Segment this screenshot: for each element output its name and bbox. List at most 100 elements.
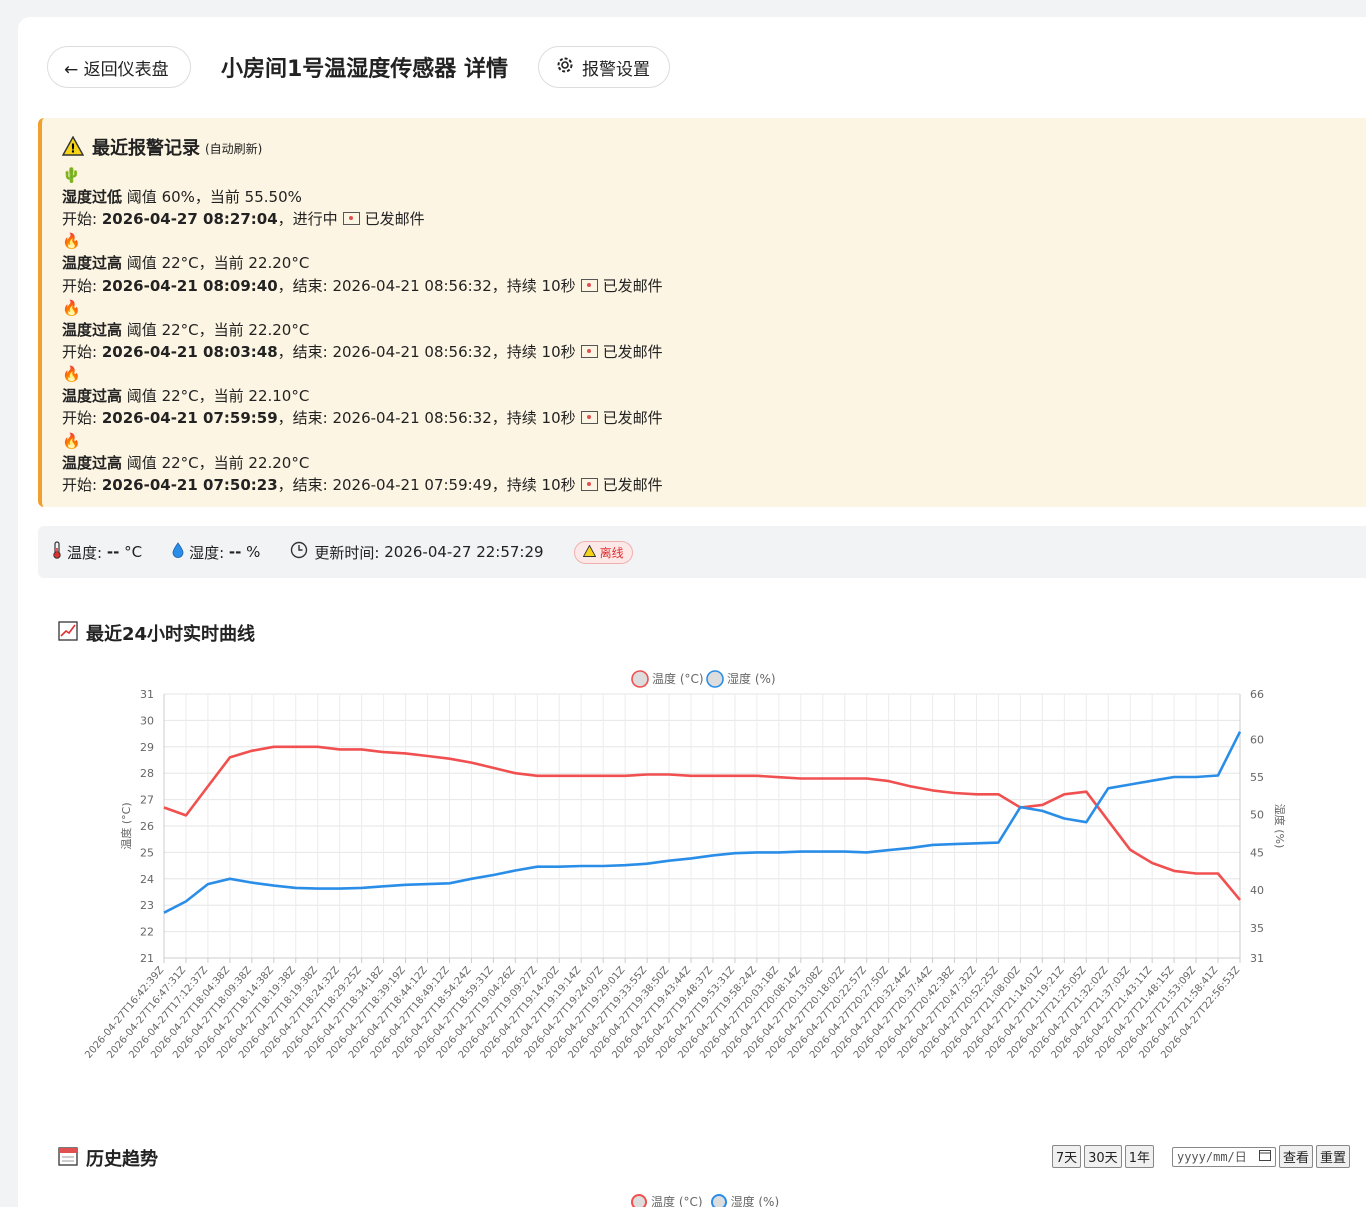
y-tick-right: 66 [1250, 688, 1264, 701]
offline-badge: 离线 [573, 540, 633, 564]
alert-item: 🔥 温度过高 阈值 22°C，当前 22.20°C 开始: 2026-04-21 0… [62, 430, 1348, 496]
temperature-value: -- [106, 543, 120, 561]
y-tick-left: 23 [140, 899, 154, 912]
gear-icon [555, 55, 575, 80]
y-tick-right: 50 [1250, 809, 1264, 822]
calendar-icon [58, 1146, 78, 1171]
alert-timing-rest: ，进行中 [277, 210, 338, 229]
header: ← 返回仪表盘 小房间1号温湿度传感器 详情 报警设置 [47, 46, 670, 88]
reset-button[interactable]: 重置 [1315, 1145, 1350, 1168]
alert-detail: 阈值 60%，当前 55.50% [126, 188, 302, 206]
thermometer-icon [52, 541, 62, 563]
alert-mail-status: 已发邮件 [602, 475, 663, 494]
alarm-settings-button[interactable]: 报警设置 [537, 46, 670, 88]
y-tick-left: 26 [140, 820, 154, 833]
range-1y-button[interactable]: 1年 [1124, 1145, 1154, 1168]
alert-summary: 温度过高 阈值 22°C，当前 22.20°C [62, 252, 1348, 274]
y-tick-left: 29 [140, 741, 154, 754]
y-tick-left: 27 [140, 794, 154, 807]
alert-timing-rest: ，结束: 2026-04-21 08:56:32，持续 10秒 [277, 276, 576, 295]
calendar-picker-icon[interactable] [1258, 1149, 1271, 1164]
page-title: 小房间1号温湿度传感器 详情 [221, 57, 508, 82]
alert-type-icon: 🔥 [62, 365, 81, 384]
alert-item: 🔥 温度过高 阈值 22°C，当前 22.10°C 开始: 2026-04-21 0… [62, 363, 1348, 429]
mail-icon [580, 345, 598, 359]
range-7d-button[interactable]: 7天 [1051, 1145, 1082, 1168]
alert-detail: 阈值 22°C，当前 22.20°C [126, 320, 310, 339]
alert-start-time: 2026-04-21 07:59:59 [101, 409, 278, 428]
alert-timing-rest: ，结束: 2026-04-21 07:59:49，持续 10秒 [277, 475, 576, 494]
alert-mail-status: 已发邮件 [602, 343, 663, 362]
y-tick-left: 30 [140, 714, 154, 727]
warning-icon [582, 544, 596, 560]
alert-summary: 温度过高 阈值 22°C，当前 22.20°C [62, 452, 1348, 474]
alert-type: 温度过高 [62, 254, 123, 273]
alerts-title: ! 最近报警记录 (自动刷新) [61, 134, 1348, 164]
alert-type-icon: 🌵 [62, 166, 81, 184]
back-to-dashboard-button[interactable]: ← 返回仪表盘 [47, 46, 191, 88]
y-tick-right: 55 [1250, 771, 1264, 784]
alert-type-icon: 🔥 [62, 298, 81, 317]
y-tick-left: 31 [140, 688, 154, 701]
alert-records-panel: ! 最近报警记录 (自动刷新) 🌵 湿度过低 阈值 60%，当前 55.50% 开始… [38, 118, 1366, 507]
history-controls: 7天 30天 1年 yyyy/mm/日 查看 重置 [1049, 1145, 1350, 1168]
y-tick-right: 45 [1250, 846, 1264, 859]
view-button[interactable]: 查看 [1278, 1145, 1313, 1168]
clock-icon [290, 541, 308, 563]
alert-type: 湿度过低 [62, 188, 123, 206]
realtime-chart-title: 最近24小时实时曲线 [58, 620, 255, 646]
alert-start-time: 2026-04-21 07:50:23 [101, 475, 278, 494]
y-tick-left: 24 [140, 873, 154, 886]
alert-type-icon: 🔥 [62, 431, 81, 450]
alert-type: 温度过高 [62, 320, 123, 339]
alert-timing: 开始: 2026-04-27 08:27:04，进行中 已发邮件 [62, 210, 425, 229]
status-bar: 温度: -- °C 湿度: -- % 更新时间: 2026-04-27 22:5… [38, 526, 1366, 578]
y-tick-right: 35 [1250, 922, 1264, 935]
alert-timing: 开始: 2026-04-21 08:03:48，结束: 2026-04-21 0… [62, 343, 663, 362]
alert-item: 🔥 温度过高 阈值 22°C，当前 22.20°C 开始: 2026-04-21 0… [62, 297, 1348, 363]
alert-mail-status: 已发邮件 [364, 210, 425, 229]
alert-timing: 开始: 2026-04-21 08:09:40，结束: 2026-04-21 0… [62, 276, 663, 295]
humidity-value: -- [228, 543, 242, 561]
legend-swatch-humidity[interactable] [710, 1193, 727, 1207]
y-tick-right: 31 [1250, 952, 1264, 965]
y-tick-right: 40 [1250, 884, 1264, 897]
alert-item: 🔥 温度过高 阈值 22°C，当前 22.20°C 开始: 2026-04-21 0… [62, 230, 1348, 296]
alert-mail-status: 已发邮件 [602, 276, 663, 295]
alert-start-time: 2026-04-27 08:27:04 [101, 210, 278, 229]
mail-icon [342, 212, 360, 226]
alert-start-time: 2026-04-21 08:09:40 [101, 276, 278, 295]
alert-timing-rest: ，结束: 2026-04-21 08:56:32，持续 10秒 [277, 409, 576, 428]
legend-swatch-temperature[interactable] [631, 1193, 647, 1207]
y-tick-left: 21 [140, 952, 154, 965]
legend-swatch-humidity [706, 670, 724, 688]
update-time-status: 更新时间: 2026-04-27 22:57:29 [290, 541, 544, 563]
droplet-icon [172, 542, 184, 562]
alert-timing: 开始: 2026-04-21 07:59:59，结束: 2026-04-21 0… [62, 409, 663, 428]
warning-icon: ! [61, 135, 85, 162]
alert-type: 温度过高 [62, 387, 123, 406]
history-title: 历史趋势 [58, 1145, 158, 1171]
y-tick-left: 22 [140, 926, 154, 939]
temperature-status: 温度: -- °C [52, 541, 142, 563]
alert-detail: 阈值 22°C，当前 22.10°C [126, 387, 310, 406]
legend-label-humidity: 湿度 (%) [727, 671, 776, 686]
mail-icon [580, 278, 598, 292]
alert-timing: 开始: 2026-04-21 07:50:23，结束: 2026-04-21 0… [62, 475, 663, 494]
alert-list: 🌵 湿度过低 阈值 60%，当前 55.50% 开始: 2026-04-27 08:… [62, 164, 1348, 496]
y-tick-left: 28 [140, 767, 154, 780]
alert-timing-rest: ，结束: 2026-04-21 08:56:32，持续 10秒 [277, 343, 576, 362]
humidity-line [163, 731, 1242, 914]
alert-detail: 阈值 22°C，当前 22.20°C [126, 453, 310, 472]
range-30d-button[interactable]: 30天 [1084, 1145, 1122, 1168]
auto-refresh-note: (自动刷新) [205, 141, 263, 156]
alert-summary: 温度过高 阈值 22°C，当前 22.20°C [62, 319, 1348, 341]
chart-trend-icon [58, 620, 78, 646]
history-chart-legend: 温度 (°C) 湿度 (%) [631, 1193, 779, 1207]
history-date-input[interactable]: yyyy/mm/日 [1171, 1146, 1276, 1167]
humidity-status: 湿度: -- % [172, 542, 260, 563]
legend-label-temperature: 温度 (°C) [652, 671, 704, 686]
alert-item: 🌵 湿度过低 阈值 60%，当前 55.50% 开始: 2026-04-27 08:… [62, 164, 1348, 230]
alert-type-icon: 🔥 [62, 232, 81, 251]
alert-type: 温度过高 [62, 453, 123, 472]
